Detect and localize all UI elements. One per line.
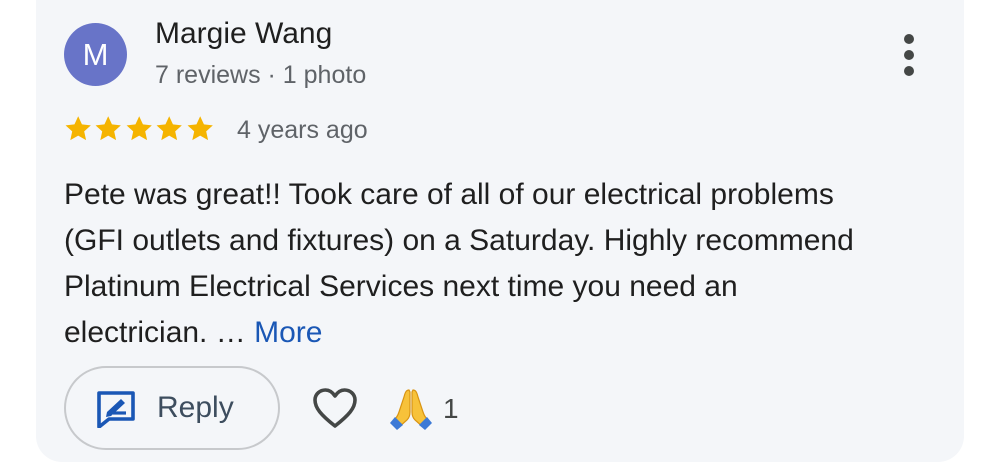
review-text-line-last: electrician. … More — [64, 310, 924, 356]
review-date: 4 years ago — [237, 116, 368, 144]
more-vert-icon[interactable] — [896, 34, 922, 76]
star-icon — [126, 116, 152, 141]
folded-hands-emoji[interactable] — [389, 386, 433, 430]
review-text-line: electrician. … — [64, 316, 255, 349]
star-rating — [63, 114, 215, 146]
avatar-initial: M — [82, 37, 109, 72]
star-icon — [95, 116, 122, 141]
review-text-line: Pete was great!! Took care of all of our… — [64, 178, 834, 211]
star-icon — [156, 116, 182, 141]
more-link[interactable]: More — [254, 316, 322, 349]
reaction-count: 1 — [443, 393, 459, 424]
reply-label: Reply — [157, 391, 234, 424]
reply-button[interactable]: Reply — [64, 366, 280, 450]
review-text-line: Platinum Electrical Services next time y… — [64, 270, 738, 303]
author-name[interactable]: Margie Wang — [155, 17, 332, 51]
reply-edit-icon — [97, 391, 135, 428]
author-meta: 7 reviews · 1 photo — [155, 61, 367, 89]
star-icon — [187, 116, 213, 141]
star-icon — [65, 116, 91, 141]
avatar[interactable]: M — [64, 23, 127, 86]
review-text-line: (GFI outlets and fixtures) on a Saturday… — [64, 224, 854, 257]
review-text: Pete was great!! Took care of all of our… — [64, 172, 924, 356]
heart-icon[interactable] — [311, 386, 359, 430]
